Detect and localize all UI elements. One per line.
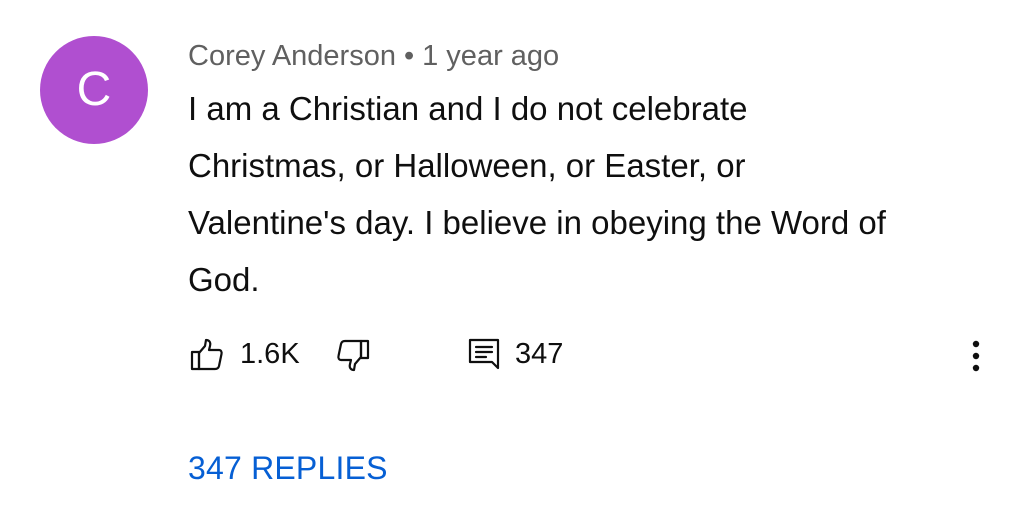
more-vertical-icon[interactable] <box>968 336 984 376</box>
comment-timestamp: 1 year ago <box>422 40 560 72</box>
comment-text-line: God. <box>188 261 260 298</box>
comment-text-line: Christmas, or Halloween, or Easter, or <box>188 147 746 184</box>
comment-text: I am a Christian and I do not celebrate … <box>188 80 988 308</box>
meta-separator: • <box>403 40 415 72</box>
reply-count: 347 <box>515 338 564 370</box>
comment-text-line: I am a Christian and I do not celebrate <box>188 90 748 127</box>
thumbs-down-icon[interactable] <box>336 338 370 372</box>
comment-text-line: Valentine's day. I believe in obeying th… <box>188 204 886 241</box>
like-count: 1.6K <box>240 338 300 370</box>
avatar[interactable]: C <box>40 36 148 144</box>
view-replies-link[interactable]: 347 REPLIES <box>188 448 388 488</box>
avatar-letter: C <box>76 63 112 116</box>
comment-meta: Corey Anderson • 1 year ago <box>188 36 559 76</box>
thumbs-up-icon[interactable] <box>190 338 224 372</box>
comment-icon[interactable] <box>467 337 501 371</box>
author-name[interactable]: Corey Anderson <box>188 40 396 72</box>
comment-actions: 1.6K 347 <box>0 332 1024 376</box>
